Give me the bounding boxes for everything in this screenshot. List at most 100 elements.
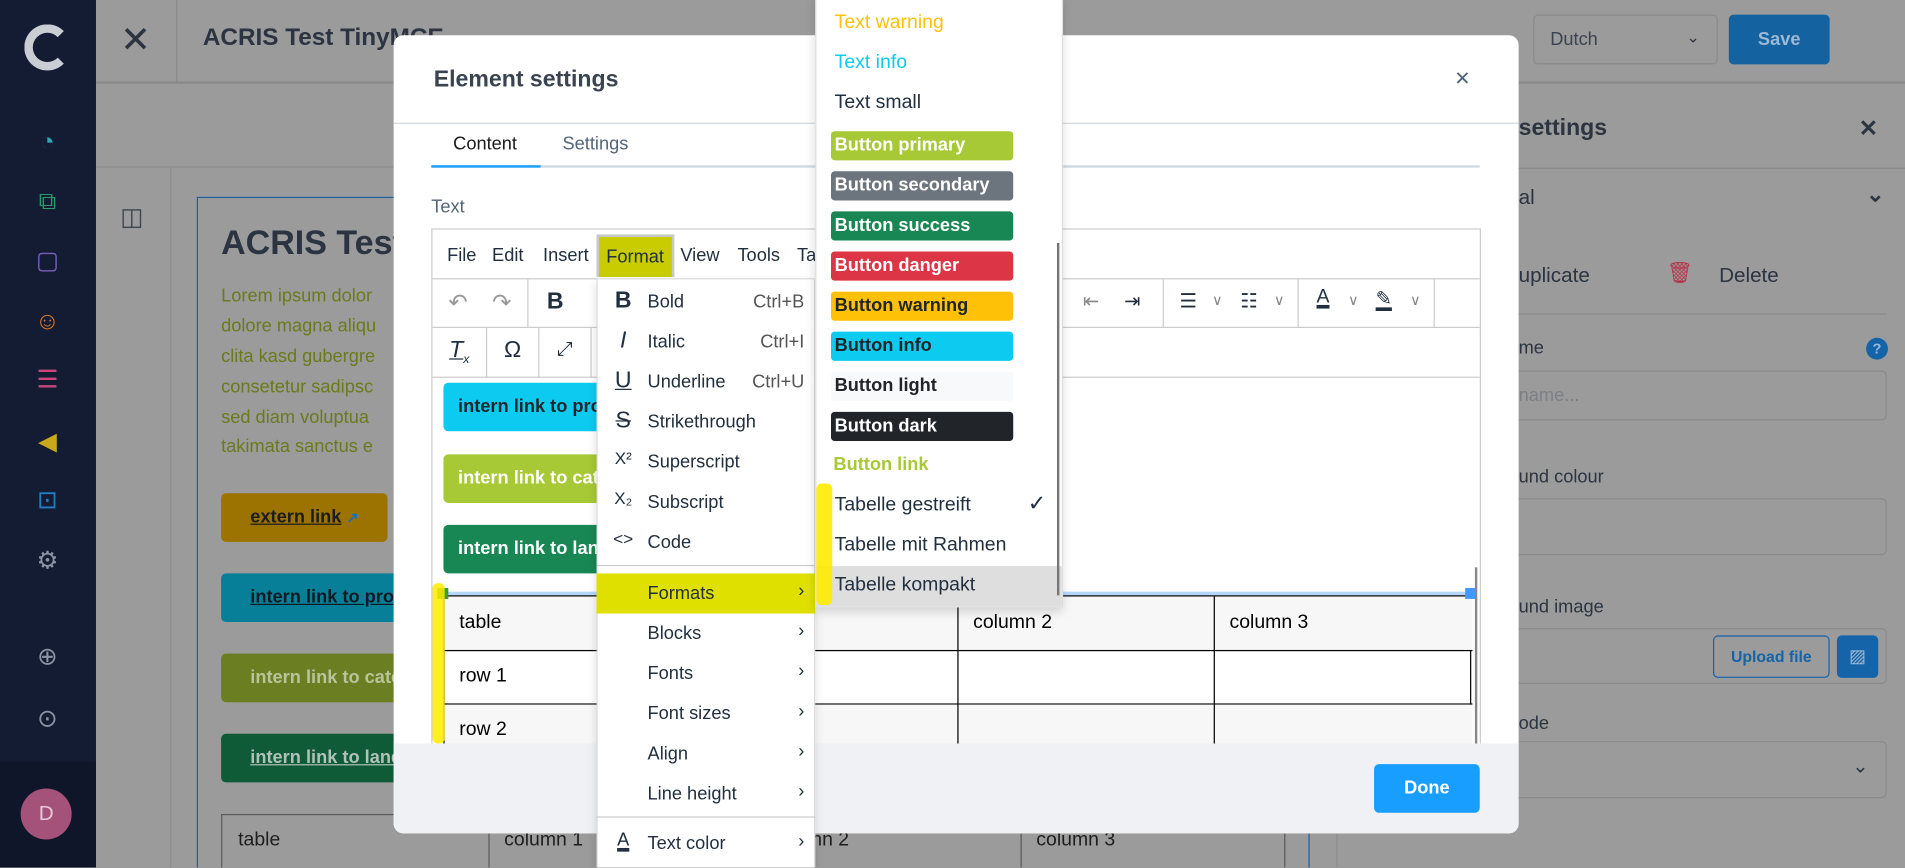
image-picker-button[interactable]: ▨ [1836, 635, 1879, 678]
extern-link-button[interactable]: extern link ↗ [221, 493, 388, 542]
duplicate-action[interactable]: uplicate [1519, 264, 1590, 288]
menu-file[interactable]: File [447, 245, 476, 266]
menu-item-font-sizes[interactable]: Font sizes › [597, 694, 816, 734]
trash-icon[interactable]: 🗑 [1667, 261, 1693, 285]
chevron-down-icon[interactable]: ∨ [1261, 292, 1297, 309]
menu-item-superscript[interactable]: X² Superscript [597, 442, 816, 482]
format-item-button[interactable]: Button info [830, 331, 1014, 361]
underline-icon: U [614, 368, 632, 394]
catalogue-icon[interactable]: ⧉ [33, 187, 62, 216]
delete-action[interactable]: Delete [1719, 264, 1779, 288]
clear-formatting-icon[interactable]: Tx [441, 338, 477, 367]
done-button[interactable]: Done [1374, 764, 1480, 813]
dashboard-icon[interactable]: ◔ [33, 128, 62, 157]
format-item[interactable]: Text small [835, 92, 921, 114]
format-item[interactable]: Text warning [835, 12, 944, 34]
chevron-down-icon[interactable]: ⌄ [1866, 182, 1884, 208]
menu-item-label: Underline [647, 371, 726, 393]
menu-insert[interactable]: Insert [543, 245, 589, 266]
format-item-button[interactable]: Button dark [830, 411, 1014, 442]
format-item-button[interactable]: Button success [830, 211, 1014, 241]
mode-select[interactable]: ⌄ [1488, 741, 1887, 799]
intern-link-category-button[interactable]: intern link to cate [221, 653, 416, 703]
name-input[interactable]: name... [1488, 370, 1887, 421]
menu-edit[interactable]: Edit [492, 245, 523, 266]
menu-item-blocks[interactable]: Blocks › [597, 614, 816, 654]
menu-table[interactable]: Ta [797, 245, 816, 266]
tab-content[interactable]: Content [453, 134, 517, 155]
lorem-line: dolore magna aliqu [221, 315, 377, 337]
add-icon[interactable]: ⊕ [33, 643, 62, 672]
format-item-button-link[interactable]: Button link [833, 454, 928, 475]
outdent-icon[interactable]: ⇤ [1073, 289, 1109, 313]
help-icon[interactable]: ? [1866, 337, 1888, 360]
menu-item-strikethrough[interactable]: S Strikethrough [597, 402, 816, 442]
submenu-scrollbar[interactable] [1056, 242, 1060, 596]
extensions-icon[interactable]: ⊡ [33, 486, 62, 515]
avatar[interactable]: D [20, 788, 72, 840]
format-item-table[interactable]: Tabelle gestreift ✓ [816, 486, 1061, 526]
menu-item-code[interactable]: <> Code [597, 522, 816, 562]
format-item-table[interactable]: Tabelle kompakt [816, 566, 1062, 607]
menu-format[interactable]: Format [596, 234, 674, 277]
marketing-icon[interactable]: ◀ [33, 428, 62, 457]
menu-item-label: Code [647, 532, 692, 553]
table-cell[interactable]: column 3 [1229, 612, 1308, 634]
menu-item-formats[interactable]: Formats › [596, 573, 816, 614]
customers-icon[interactable]: ☺ [33, 307, 62, 336]
menu-item-fonts[interactable]: Fonts › [597, 654, 816, 694]
table-cell[interactable]: row 1 [459, 666, 507, 688]
save-button[interactable]: Save [1728, 14, 1830, 65]
chevron-right-icon: › [798, 830, 805, 852]
tab-settings[interactable]: Settings [562, 134, 628, 155]
divider [596, 816, 816, 818]
format-item-table[interactable]: Tabelle mit Rahmen [816, 526, 1061, 566]
upload-file-button[interactable]: Upload file [1713, 635, 1830, 678]
table-cell[interactable]: row 2 [459, 719, 507, 741]
modal-close-icon[interactable]: ✕ [1454, 67, 1470, 91]
menu-item-text-color[interactable]: A Text color › [597, 824, 816, 864]
format-item[interactable]: Text info [835, 52, 907, 74]
modal-title: Element settings [433, 66, 619, 93]
undo-icon[interactable]: ↶ [440, 289, 476, 317]
content-icon[interactable]: ☰ [33, 366, 62, 395]
menu-item-label: Line height [647, 783, 737, 805]
orders-icon[interactable]: ▢ [33, 247, 62, 276]
menu-item-underline[interactable]: U Underline Ctrl+U [597, 362, 816, 402]
intern-link-landing-button[interactable]: intern link to land [221, 733, 416, 783]
section-title[interactable]: al [1519, 186, 1535, 210]
shortcut: Ctrl+B [753, 291, 805, 313]
bold-icon[interactable]: B [537, 289, 573, 316]
format-item-button[interactable]: Button danger [830, 251, 1014, 281]
format-item-button[interactable]: Button light [830, 371, 1014, 401]
redo-icon[interactable]: ↷ [484, 289, 520, 317]
menu-item-italic[interactable]: I Italic Ctrl+I [597, 322, 816, 362]
language-select[interactable]: Dutch ⌄ [1533, 14, 1718, 65]
menu-tools[interactable]: Tools [737, 245, 780, 266]
format-item-button[interactable]: Button primary [830, 131, 1014, 161]
indent-icon[interactable]: ⇥ [1114, 289, 1150, 313]
divider [596, 564, 816, 567]
fullscreen-icon[interactable]: ⤢ [547, 339, 583, 361]
menu-item-subscript[interactable]: X₂ Subscript [597, 482, 816, 522]
intern-link-product-button[interactable]: intern link to prod [221, 573, 416, 623]
table-cell[interactable]: table [459, 612, 501, 634]
close-icon[interactable]: ✕ [120, 19, 151, 62]
special-character-icon[interactable]: Ω [494, 338, 530, 365]
table-cell[interactable]: column 2 [973, 612, 1052, 634]
chevron-down-icon[interactable]: ∨ [1397, 292, 1433, 309]
menu-item-align[interactable]: Align › [597, 734, 816, 774]
panel-title: settings [1518, 115, 1608, 141]
layout-icon[interactable]: ◫ [120, 202, 143, 232]
menu-item-bold[interactable]: B Bold Ctrl+B [597, 282, 816, 322]
shopware-logo-icon[interactable] [24, 24, 71, 71]
expand-icon[interactable]: ⊙ [33, 705, 62, 734]
settings-icon[interactable]: ⚙ [33, 547, 62, 576]
name-label: me [1518, 337, 1544, 359]
panel-close-icon[interactable]: ✕ [1859, 115, 1878, 143]
format-item-button[interactable]: Button warning [830, 291, 1014, 321]
background-colour-input[interactable] [1488, 498, 1887, 556]
format-item-button[interactable]: Button secondary [830, 171, 1014, 201]
menu-view[interactable]: View [680, 245, 719, 266]
menu-item-line-height[interactable]: Line height › [597, 774, 816, 814]
